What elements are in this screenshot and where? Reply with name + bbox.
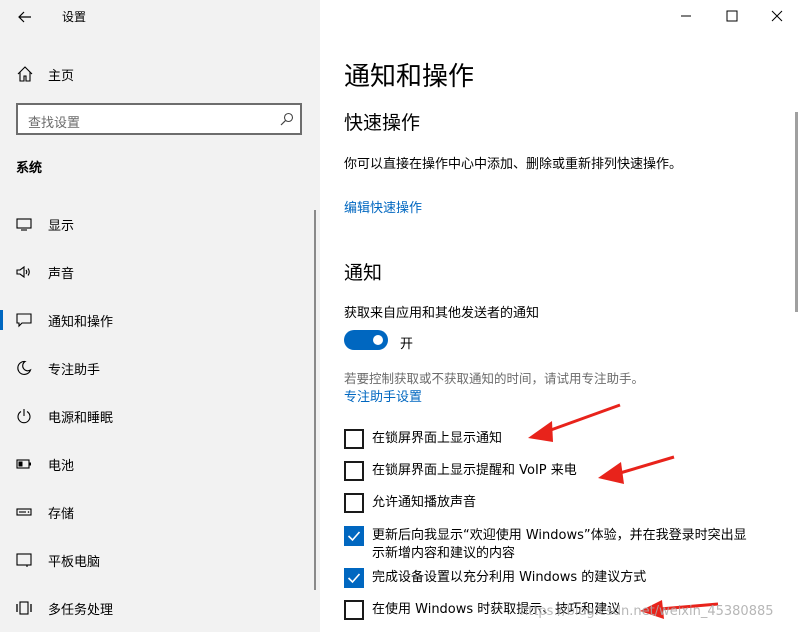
sidebar-item-label: 多任务处理 <box>48 602 114 618</box>
section-heading: 系统 <box>16 161 43 176</box>
battery-icon <box>16 459 31 469</box>
sidebar-item-label: 声音 <box>48 266 75 282</box>
red-arrow-1 <box>528 403 621 442</box>
sidebar-item-tablet[interactable]: 平板电脑 <box>0 540 320 580</box>
checkbox-label: 完成设备设置以充分利用 Windows 的建议方式 <box>372 570 647 585</box>
checkmark-icon <box>347 573 361 584</box>
maximize-button[interactable] <box>722 6 742 26</box>
sidebar-item-focus-assist[interactable]: 专注助手 <box>0 348 320 388</box>
main-scrollbar[interactable] <box>795 112 798 312</box>
edit-quick-actions-link[interactable]: 编辑快速操作 <box>344 197 422 216</box>
notifications-heading: 通知 <box>344 262 383 284</box>
home-nav-item[interactable]: 主页 <box>16 63 74 85</box>
checkbox-label: 允许通知播放声音 <box>372 495 477 510</box>
toggle-state-label: 开 <box>400 337 414 352</box>
tablet-icon <box>16 553 32 567</box>
back-button[interactable] <box>14 6 36 28</box>
active-indicator <box>0 310 3 330</box>
sidebar-item-multitasking[interactable]: 多任务处理 <box>0 588 320 628</box>
quick-actions-description: 你可以直接在操作中心中添加、删除或重新排列快速操作。 <box>344 157 683 172</box>
checkbox-checked[interactable] <box>344 526 364 546</box>
storage-icon <box>16 508 32 516</box>
sidebar-item-label: 显示 <box>48 218 75 234</box>
checkmark-icon <box>347 531 361 542</box>
sidebar-item-label: 专注助手 <box>48 362 101 378</box>
quick-actions-heading: 快速操作 <box>344 112 421 134</box>
sidebar-item-label: 存储 <box>48 506 75 522</box>
sidebar-item-sound[interactable]: 声音 <box>0 252 320 292</box>
sidebar-item-label: 电源和睡眠 <box>48 410 114 426</box>
checkbox[interactable] <box>344 600 364 620</box>
search-input[interactable]: 查找设置 <box>16 103 302 135</box>
multitask-icon <box>16 601 32 615</box>
focus-assist-hint: 若要控制获取或不获取通知的时间，请试用专注助手。 <box>344 371 645 386</box>
home-icon <box>17 66 33 82</box>
sidebar-item-notifications[interactable]: 通知和操作 <box>0 300 320 340</box>
close-button[interactable] <box>767 6 787 26</box>
checkbox[interactable] <box>344 461 364 481</box>
minimize-button[interactable] <box>676 6 696 26</box>
sidebar-item-display[interactable]: 显示 <box>0 204 320 244</box>
window-title: 设置 <box>62 10 87 24</box>
sidebar-item-label: 通知和操作 <box>48 314 114 330</box>
notifications-toggle-label: 获取来自应用和其他发送者的通知 <box>344 306 540 321</box>
sidebar-item-storage[interactable]: 存储 <box>0 492 320 532</box>
search-icon[interactable] <box>280 112 294 126</box>
close-icon <box>771 10 783 22</box>
toggle-knob <box>373 335 383 345</box>
sidebar-item-power[interactable]: 电源和睡眠 <box>0 396 320 436</box>
sidebar-item-label: 平板电脑 <box>48 554 101 570</box>
notifications-toggle[interactable] <box>344 330 388 350</box>
checkbox-label: 在锁屏界面上显示提醒和 VoIP 来电 <box>372 463 577 478</box>
page-title: 通知和操作 <box>344 62 475 92</box>
checkbox-label-line1: 更新后向我显示“欢迎使用 Windows”体验，并在我登录时突出显 <box>372 528 747 543</box>
checkbox-checked[interactable] <box>344 568 364 588</box>
speaker-icon <box>16 265 30 279</box>
sidebar-scrollbar[interactable] <box>314 210 316 590</box>
sidebar-item-battery[interactable]: 电池 <box>0 444 320 484</box>
red-arrow-2 <box>598 455 675 484</box>
focus-assist-settings-link[interactable]: 专注助手设置 <box>344 386 422 405</box>
checkbox-label: 在锁屏界面上显示通知 <box>372 431 503 446</box>
sidebar-item-label: 电池 <box>48 458 75 474</box>
back-arrow-icon <box>18 11 31 23</box>
power-icon <box>17 409 31 424</box>
checkbox[interactable] <box>344 493 364 513</box>
watermark: https://blog.csdn.net/weixin_45380885 <box>520 604 774 619</box>
sidebar: 设置 主页 查找设置 系统 显示 声音 通知和操作 专注助手 电源和睡眠 电池 … <box>0 0 320 632</box>
minimize-icon <box>681 15 691 17</box>
monitor-icon <box>16 218 32 231</box>
checkbox[interactable] <box>344 429 364 449</box>
moon-icon <box>17 360 32 376</box>
notification-icon <box>16 313 32 328</box>
search-placeholder: 查找设置 <box>28 116 81 131</box>
checkbox-label-line2: 示新增内容和建议的内容 <box>372 546 516 561</box>
home-label: 主页 <box>48 68 75 84</box>
maximize-icon <box>726 10 738 22</box>
